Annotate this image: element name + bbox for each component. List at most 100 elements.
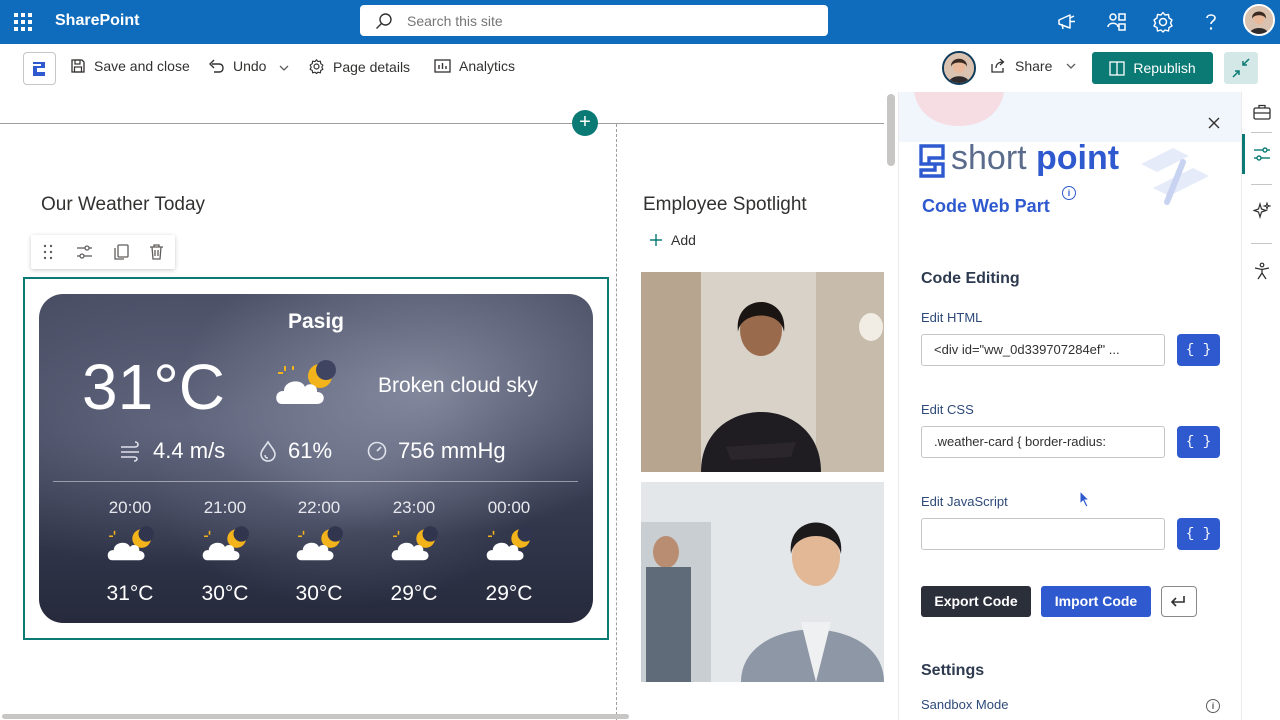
hour-temperature: 30°C: [295, 582, 343, 605]
accessibility-icon[interactable]: [1253, 262, 1271, 280]
wind-icon: [121, 441, 139, 462]
return-arrow-icon: [1170, 596, 1185, 607]
suite-bar: SharePoint: [0, 0, 1280, 44]
pressure-value: 756 mmHg: [398, 438, 506, 463]
webpart-title: Code Web Part: [922, 196, 1050, 216]
canvas-vertical-scrollbar[interactable]: [884, 92, 898, 712]
save-icon: [71, 59, 85, 73]
edit-css-label: Edit CSS: [921, 402, 974, 417]
employee-photo[interactable]: [641, 272, 884, 472]
megaphone-icon[interactable]: [1055, 10, 1079, 34]
search-input[interactable]: [407, 10, 807, 32]
share-icon: [991, 58, 1005, 73]
duplicate-icon[interactable]: [114, 244, 129, 260]
drag-handle-icon[interactable]: [42, 244, 54, 260]
people-network-icon[interactable]: [1104, 10, 1128, 34]
properties-sliders-icon[interactable]: [1253, 146, 1271, 162]
import-code-button[interactable]: Import Code: [1041, 586, 1151, 617]
edit-js-field[interactable]: [921, 518, 1165, 550]
hour-time: 20:00: [108, 498, 152, 517]
weather-temperature: 31°C: [82, 351, 225, 423]
plus-icon: [650, 234, 662, 246]
partly-cloudy-icon: [486, 526, 533, 561]
reset-button[interactable]: [1161, 586, 1197, 617]
weather-card: Pasig 31°C Broken cloud sky 4.4 m/s 61%: [39, 294, 593, 623]
partly-cloudy-icon: [276, 360, 336, 404]
republish-label: Republish: [1133, 60, 1196, 76]
employee-photo[interactable]: [641, 482, 884, 682]
edit-html-code-button[interactable]: { }: [1177, 334, 1220, 366]
analytics-label: Analytics: [459, 58, 516, 74]
add-label: Add: [671, 232, 696, 248]
brand-word-bold: point: [1036, 139, 1120, 177]
chevron-down-icon: [1066, 63, 1076, 69]
gear-icon: [309, 59, 324, 75]
add-section-button[interactable]: +: [572, 110, 598, 136]
share-button[interactable]: Share: [990, 58, 1076, 74]
sandbox-mode-label: Sandbox Mode: [921, 697, 1009, 712]
shortpoint-logo-icon: [33, 62, 45, 76]
page-details-label: Page details: [333, 58, 411, 75]
edit-js-label: Edit JavaScript: [921, 494, 1008, 509]
rail-active-indicator: [1242, 134, 1245, 174]
hour-time: 21:00: [203, 498, 247, 517]
user-avatar[interactable]: [1243, 4, 1275, 36]
section-divider: [0, 123, 884, 124]
command-bar: Save and close Undo Page details Analyti…: [0, 44, 1280, 92]
property-pane: short point Code Web Part i Code Editing…: [898, 92, 1241, 720]
hour-temperature: 31°C: [106, 582, 154, 605]
add-employee-button[interactable]: Add: [649, 232, 696, 248]
humidity-value: 61%: [288, 438, 333, 463]
settings-heading: Settings: [921, 662, 985, 679]
scrollbar-thumb[interactable]: [887, 94, 895, 166]
shortpoint-logo-icon: [919, 144, 945, 178]
employee-section-title[interactable]: Employee Spotlight: [643, 194, 807, 216]
column-divider: [616, 124, 617, 720]
right-tool-rail: [1241, 92, 1280, 720]
code-editing-heading: Code Editing: [921, 270, 1020, 287]
humidity-drop-icon: [260, 440, 276, 462]
undo-label: Undo: [233, 58, 267, 74]
analytics-icon: [434, 59, 451, 73]
webpart-toolbar: [31, 235, 175, 269]
code-brackets-decoration-icon: [1141, 148, 1209, 205]
partly-cloudy-icon: [202, 526, 249, 561]
sandbox-info-icon[interactable]: i: [1206, 699, 1220, 713]
weather-section-title[interactable]: Our Weather Today: [41, 194, 205, 216]
sparkle-design-icon[interactable]: [1253, 202, 1271, 220]
undo-chevron-down-icon[interactable]: [279, 63, 289, 73]
info-icon[interactable]: i: [1062, 186, 1076, 200]
pressure-metric: 756 mmHg: [366, 438, 506, 464]
app-name[interactable]: SharePoint: [55, 12, 139, 30]
edit-html-field[interactable]: <div id="ww_0d339707284ef" ...: [921, 334, 1165, 366]
export-code-button[interactable]: Export Code: [921, 586, 1031, 617]
edit-css-field[interactable]: .weather-card { border-radius:: [921, 426, 1165, 458]
analytics-button[interactable]: Analytics: [434, 58, 515, 74]
toolbox-icon[interactable]: [1253, 104, 1271, 120]
hour-temperature: 29°C: [390, 582, 438, 605]
save-and-close-button[interactable]: Save and close: [70, 58, 190, 74]
search-box[interactable]: [360, 5, 828, 36]
weather-divider: [53, 481, 578, 482]
wind-value: 4.4 m/s: [153, 438, 226, 463]
book-open-icon: [1109, 60, 1126, 76]
edit-css-code-button[interactable]: { }: [1177, 426, 1220, 458]
canvas-horizontal-scrollbar[interactable]: [0, 713, 884, 720]
page-details-button[interactable]: Page details: [308, 58, 410, 75]
editor-avatar[interactable]: [942, 51, 976, 85]
shortpoint-logo-button[interactable]: [23, 52, 56, 85]
delete-icon[interactable]: [149, 244, 164, 260]
edit-js-code-button[interactable]: { }: [1177, 518, 1220, 550]
edit-properties-icon[interactable]: [76, 244, 93, 260]
republish-button[interactable]: Republish: [1092, 52, 1213, 84]
settings-gear-icon[interactable]: [1151, 10, 1175, 34]
help-icon[interactable]: [1199, 10, 1223, 34]
hour-time: 23:00: [392, 498, 436, 517]
app-launcher-icon[interactable]: [12, 11, 34, 33]
scrollbar-thumb[interactable]: [2, 714, 629, 719]
undo-button[interactable]: Undo: [208, 58, 266, 74]
humidity-metric: 61%: [258, 438, 332, 464]
hour-temperature: 29°C: [485, 582, 533, 605]
collapse-button[interactable]: [1224, 52, 1258, 84]
close-icon[interactable]: [1207, 116, 1221, 130]
